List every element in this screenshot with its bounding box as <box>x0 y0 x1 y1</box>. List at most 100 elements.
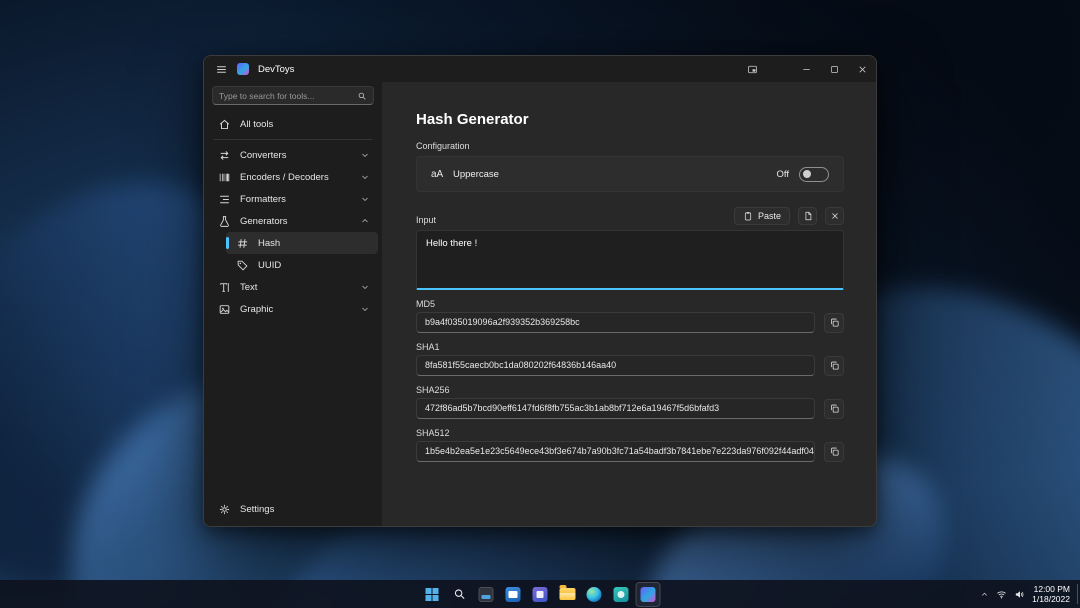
sidebar-item-graphic[interactable]: Graphic <box>208 298 378 320</box>
taskbar-clock[interactable]: 12:00 PM 1/18/2022 <box>1032 584 1070 604</box>
taskbar: 12:00 PM 1/18/2022 <box>0 580 1080 608</box>
sidebar-item-label: Text <box>240 282 257 293</box>
mail-button[interactable] <box>501 582 526 607</box>
toggle-state-label: Off <box>777 169 790 180</box>
uppercase-toggle[interactable] <box>799 167 829 182</box>
chevron-down-icon[interactable] <box>360 172 370 182</box>
sha512-output-field[interactable]: 1b5e4b2ea5e1e23c5649ece43bf3e674b7a90b3f… <box>416 441 815 462</box>
windows-logo-icon <box>426 588 439 601</box>
input-textarea[interactable]: Hello there ! <box>416 230 844 290</box>
devtoys-logo-icon <box>237 63 249 75</box>
file-explorer-button[interactable] <box>555 582 580 607</box>
uppercase-label: Uppercase <box>453 169 499 180</box>
paste-icon <box>743 211 753 221</box>
page-title: Hash Generator <box>416 111 844 128</box>
pinned-app-button[interactable] <box>609 582 634 607</box>
md5-label: MD5 <box>416 299 844 309</box>
start-button[interactable] <box>420 582 445 607</box>
sha512-copy-button[interactable] <box>824 442 844 462</box>
sidebar-item-generators[interactable]: Generators <box>208 210 378 232</box>
sidebar-item-label: Encoders / Decoders <box>240 172 329 183</box>
md5-output-field[interactable]: b9a4f035019096a2f939352b369258bc <box>416 312 815 333</box>
sha256-output-field[interactable]: 472f86ad5b7bcd90eff6147fd6f8fb755ac3b1ab… <box>416 398 815 419</box>
sidebar-item-encoders-decoders[interactable]: Encoders / Decoders <box>208 166 378 188</box>
sidebar: All tools Converters Encoders / Decoders <box>204 82 382 527</box>
sidebar-item-settings[interactable]: Settings <box>208 498 378 520</box>
maximize-icon <box>829 64 840 75</box>
generators-icon <box>218 215 231 228</box>
chevron-up-icon[interactable] <box>360 216 370 226</box>
load-file-button[interactable] <box>798 207 817 225</box>
compact-overlay-button[interactable] <box>738 56 766 82</box>
toggle-knob <box>803 170 811 178</box>
paste-button-label: Paste <box>758 211 781 221</box>
task-view-button[interactable] <box>474 582 499 607</box>
encoders-icon <box>218 171 231 184</box>
sha1-section: SHA1 8fa581f55caecb0bc1da080202f64836b14… <box>416 342 844 376</box>
settings-label: Settings <box>240 504 274 515</box>
edge-icon <box>587 587 602 602</box>
sidebar-item-formatters[interactable]: Formatters <box>208 188 378 210</box>
minimize-button[interactable] <box>792 56 820 82</box>
app-title: DevToys <box>258 64 294 75</box>
nav-menu-icon[interactable] <box>215 63 228 76</box>
chevron-down-icon[interactable] <box>360 150 370 160</box>
uuid-icon <box>236 259 249 272</box>
sha512-label: SHA512 <box>416 428 844 438</box>
taskbar-search-button[interactable] <box>447 582 472 607</box>
home-icon <box>218 118 231 131</box>
sha256-label: SHA256 <box>416 385 844 395</box>
sidebar-item-label: Graphic <box>240 304 273 315</box>
hidden-icons-chevron-icon[interactable] <box>980 590 989 599</box>
file-icon <box>803 211 813 221</box>
store-button[interactable] <box>528 582 553 607</box>
mail-icon <box>506 587 521 602</box>
md5-copy-button[interactable] <box>824 313 844 333</box>
pinned-app-icon <box>614 587 629 602</box>
devtoys-icon <box>641 587 656 602</box>
sidebar-item-hash[interactable]: Hash <box>226 232 378 254</box>
close-icon <box>857 64 868 75</box>
sidebar-item-converters[interactable]: Converters <box>208 144 378 166</box>
sidebar-item-label: Hash <box>258 238 280 249</box>
picture-in-picture-icon <box>747 64 758 75</box>
edge-button[interactable] <box>582 582 607 607</box>
search-icon[interactable] <box>357 91 367 101</box>
sha1-output-field[interactable]: 8fa581f55caecb0bc1da080202f64836b146aa40 <box>416 355 815 376</box>
devtoys-taskbar-button[interactable] <box>636 582 661 607</box>
sidebar-item-uuid[interactable]: UUID <box>226 254 378 276</box>
main-content: Hash Generator Configuration aA Uppercas… <box>382 82 876 527</box>
close-button[interactable] <box>848 56 876 82</box>
search-input[interactable] <box>219 91 357 101</box>
paste-button[interactable]: Paste <box>734 207 790 225</box>
sidebar-item-all-tools[interactable]: All tools <box>208 113 378 135</box>
chevron-down-icon[interactable] <box>360 194 370 204</box>
md5-section: MD5 b9a4f035019096a2f939352b369258bc <box>416 299 844 333</box>
search-icon <box>452 587 466 601</box>
copy-icon <box>829 403 840 414</box>
chevron-down-icon[interactable] <box>360 304 370 314</box>
copy-icon <box>829 317 840 328</box>
folder-icon <box>559 588 575 600</box>
minimize-icon <box>801 64 812 75</box>
chevron-down-icon[interactable] <box>360 282 370 292</box>
volume-icon[interactable] <box>1014 589 1025 600</box>
sha1-copy-button[interactable] <box>824 356 844 376</box>
sidebar-item-text[interactable]: Text <box>208 276 378 298</box>
sha512-section: SHA512 1b5e4b2ea5e1e23c5649ece43bf3e674b… <box>416 428 844 462</box>
input-label: Input <box>416 215 436 225</box>
formatters-icon <box>218 193 231 206</box>
sidebar-item-label: UUID <box>258 260 281 271</box>
sha256-section: SHA256 472f86ad5b7bcd90eff6147fd6f8fb755… <box>416 385 844 419</box>
graphic-icon <box>218 303 231 316</box>
clear-input-button[interactable] <box>825 207 844 225</box>
sha256-copy-button[interactable] <box>824 399 844 419</box>
task-view-icon <box>479 587 494 602</box>
network-icon[interactable] <box>996 589 1007 600</box>
sidebar-item-label: Generators <box>240 216 288 227</box>
clock-date: 1/18/2022 <box>1032 594 1070 604</box>
sidebar-item-label: All tools <box>240 119 273 130</box>
tool-search-box[interactable] <box>212 86 374 105</box>
titlebar[interactable]: DevToys <box>204 56 876 82</box>
maximize-button[interactable] <box>820 56 848 82</box>
